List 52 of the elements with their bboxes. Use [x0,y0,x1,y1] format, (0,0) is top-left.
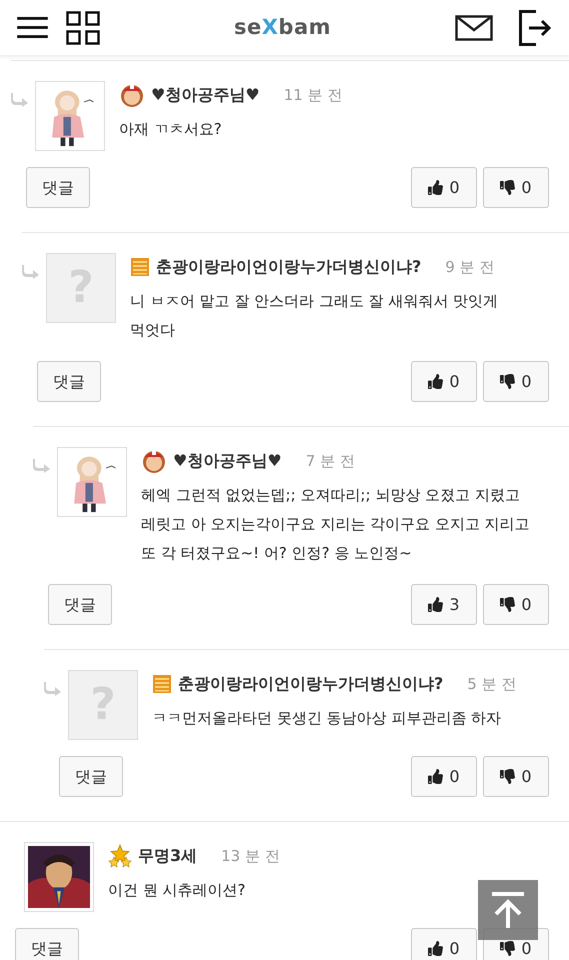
avatar-badge-icon [141,448,167,474]
author-name[interactable]: 무명3세 [138,844,198,868]
scroll-top-button[interactable] [478,880,538,940]
logout-icon[interactable] [519,10,552,46]
avatar-badge-icon [119,82,145,108]
comment-text: ㅋㅋ먼저올라타던 못생긴 동남아상 피부관리좀 하자 [152,708,502,729]
like-button[interactable]: 0 [411,167,477,208]
reply-button[interactable]: 댓글 [59,756,123,797]
thumbs-up-icon [428,597,444,612]
reply-button[interactable]: 댓글 [37,361,101,402]
comment-time: 13 분 전 [221,846,280,867]
comment-time: 7 분 전 [306,450,355,472]
comment-time: 11 분 전 [284,84,342,106]
question-mark: ? [68,266,94,310]
like-button[interactable]: 0 [411,756,477,797]
thumbs-down-icon [500,374,516,389]
thumbs-up-icon [428,941,444,956]
stars-icon [108,844,132,868]
mail-icon[interactable] [455,14,493,40]
thumbs-down-icon [500,941,516,956]
author-name[interactable]: ♥청아공주님♥ [173,449,282,473]
level-icon [152,674,172,694]
like-button[interactable]: 0 [411,928,477,960]
thumbs-down-icon [500,180,516,195]
logo[interactable]: seXbam [234,17,332,38]
like-button[interactable]: 3 [411,584,477,625]
author-name[interactable]: 춘광이랑라이언이랑누가더병신이냐? [178,672,444,696]
thumbs-down-icon [500,769,516,784]
reply-button[interactable]: 댓글 [15,928,79,960]
thumbs-up-icon [428,769,444,784]
grid-icon[interactable] [66,10,100,44]
comment-text: 니 ㅂㅈ어 맡고 잘 안스더라 그래도 잘 새워줘서 맛잇게 먹엇다 [130,291,500,341]
thumbs-up-icon [428,180,444,195]
comment-time: 9 분 전 [445,256,494,278]
comment-text: 헤엑 그런적 없었는뎁;; 오져따리;; 뇌망상 오졌고 지렸고 레릿고 아 오지는각이구요 지리는 각이구요 오지고 지리고 또 각 터졌구요~! 어? 인정? 응 노인정~ [141,485,531,564]
question-mark: ? [90,683,116,727]
author-name[interactable]: 춘광이랑라이언이랑누가더병신이냐? [156,255,422,279]
reply-button[interactable]: 댓글 [48,584,112,625]
dislike-button[interactable]: 0 [483,167,549,208]
comment-text: 이건 뭔 시츄레이션? [108,880,246,901]
like-button[interactable]: 0 [411,361,477,402]
thumbs-up-icon [428,374,444,389]
level-icon [130,257,150,277]
author-name[interactable]: ♥청아공주님♥ [151,83,260,107]
reply-button[interactable]: 댓글 [26,167,90,208]
menu-icon[interactable] [17,16,48,39]
comment-time: 5 분 전 [467,674,516,695]
dislike-button[interactable]: 0 [483,756,549,797]
dislike-button[interactable]: 0 [483,584,549,625]
dislike-button[interactable]: 0 [483,361,549,402]
comment-text: 아재 ㄲㅊ서요? [119,119,223,140]
thumbs-down-icon [500,597,516,612]
